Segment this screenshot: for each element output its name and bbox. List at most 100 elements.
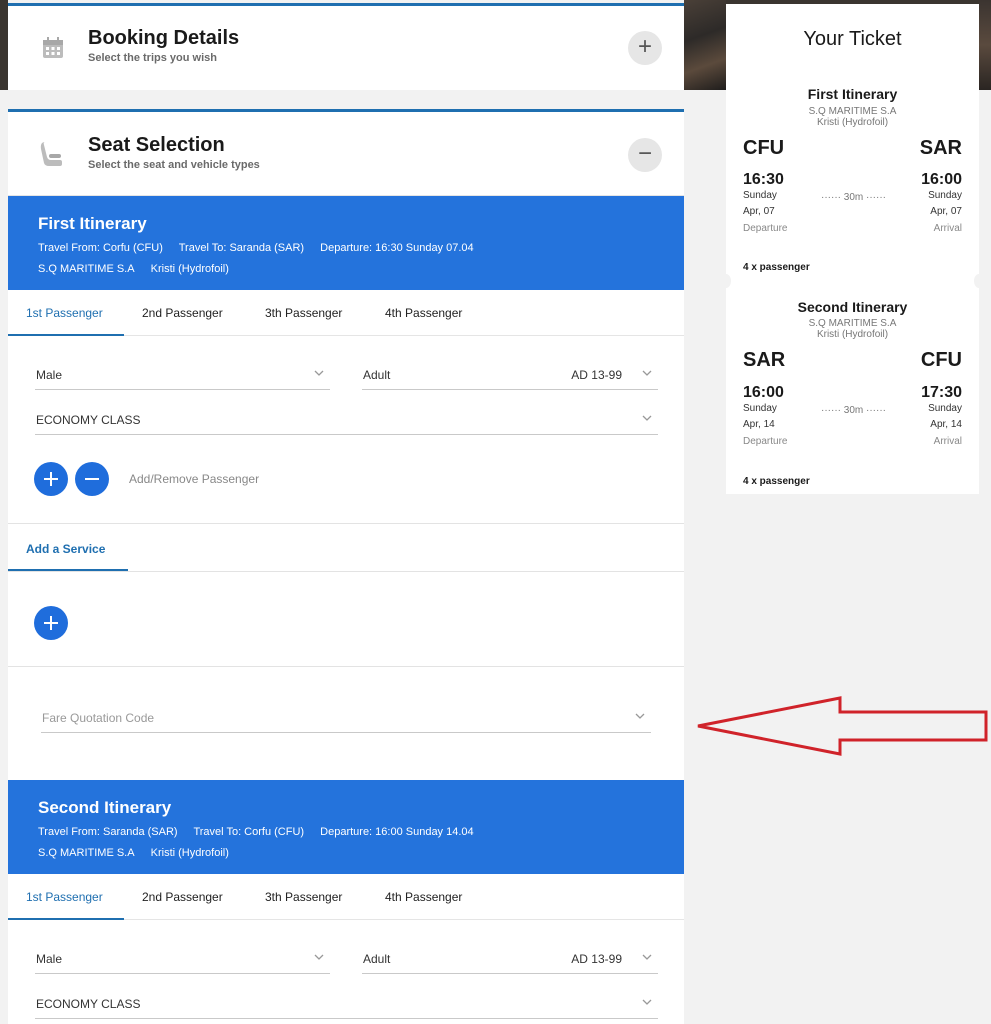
ticket-summary: Your Ticket First Itinerary S.Q MARITIME… <box>721 4 984 494</box>
fare-quotation-placeholder: Fare Quotation Code <box>42 711 155 725</box>
age-type-select[interactable]: Adult AD 13-99 <box>362 360 658 390</box>
ticket-notch <box>721 274 731 288</box>
arrival-day: Sunday <box>928 403 962 414</box>
tab-3th-passenger[interactable]: 3th Passenger <box>265 306 342 320</box>
ticket-vessel: Kristi (Hydrofoil) <box>816 117 889 128</box>
arrival-day: Sunday <box>928 190 962 201</box>
arrival-port-code: SAR <box>919 137 962 159</box>
seat-selection-subtitle: Select the seat and vehicle types <box>88 159 260 171</box>
ticket-operator: S.Q MARITIME S.A <box>808 318 897 329</box>
tab-1st-passenger[interactable]: 1st Passenger <box>26 306 103 320</box>
chevron-down-icon <box>642 370 652 376</box>
gender-select[interactable]: Male <box>35 360 330 390</box>
gender-select[interactable]: Male <box>35 944 330 974</box>
age-type-select[interactable]: Adult AD 13-99 <box>362 944 658 974</box>
itinerary-title: First Itinerary <box>38 214 147 233</box>
departure-time: 16:00 <box>743 384 784 401</box>
dotted-line-icon: ······ <box>821 192 841 203</box>
add-service-button[interactable] <box>34 606 68 640</box>
tab-4th-passenger[interactable]: 4th Passenger <box>385 306 462 320</box>
dotted-line-icon: ······ <box>821 405 841 416</box>
remove-passenger-button[interactable] <box>75 462 109 496</box>
divider <box>8 523 684 524</box>
annotation-arrow-icon <box>697 696 988 756</box>
class-select[interactable]: ECONOMY CLASS <box>35 405 658 435</box>
passenger-tabs: 1st Passenger 2nd Passenger 3th Passenge… <box>8 290 684 336</box>
departure-port-code: SAR <box>743 349 786 371</box>
card-accent-bar <box>8 109 684 112</box>
add-passenger-button[interactable] <box>34 462 68 496</box>
dotted-line-icon: ······ <box>866 192 886 203</box>
minus-icon <box>85 478 99 480</box>
booking-details-subtitle: Select the trips you wish <box>88 52 217 64</box>
departure-label: Departure <box>743 436 788 447</box>
arrival-label: Arrival <box>933 223 962 234</box>
tab-2nd-passenger[interactable]: 2nd Passenger <box>142 890 223 904</box>
tab-3th-passenger[interactable]: 3th Passenger <box>265 890 342 904</box>
tab-4th-passenger[interactable]: 4th Passenger <box>385 890 462 904</box>
booking-details-title: Booking Details <box>88 27 240 49</box>
arrival-label: Arrival <box>933 436 962 447</box>
hero-image-middle <box>684 0 726 90</box>
class-value: ECONOMY CLASS <box>36 413 141 427</box>
expand-booking-button[interactable]: + <box>628 31 662 65</box>
chevron-down-icon <box>314 370 324 376</box>
ticket-leg-title: Second Itinerary <box>797 299 908 315</box>
age-type-value: Adult <box>363 952 391 966</box>
add-remove-passenger-label: Add/Remove Passenger <box>129 472 260 486</box>
divider <box>8 571 684 572</box>
tab-1st-passenger[interactable]: 1st Passenger <box>26 890 103 904</box>
class-value: ECONOMY CLASS <box>36 997 141 1011</box>
departure-day: Sunday <box>743 190 777 201</box>
chevron-down-icon <box>642 415 652 421</box>
fare-quotation-select[interactable]: Fare Quotation Code <box>41 703 651 733</box>
itinerary-operator: S.Q MARITIME S.A Kristi (Hydrofoil) <box>38 847 242 859</box>
trip-duration: ······ 30m ······ <box>816 405 891 416</box>
hero-image-left <box>0 0 8 90</box>
arrival-date: Apr, 07 <box>930 206 962 217</box>
age-type-value: Adult <box>363 368 391 382</box>
chevron-down-icon <box>314 954 324 960</box>
class-select[interactable]: ECONOMY CLASS <box>35 989 658 1019</box>
age-range-value: AD 13-99 <box>571 368 622 382</box>
passenger-count: 4 x passenger <box>743 262 810 273</box>
seat-selection-title: Seat Selection <box>88 134 225 156</box>
arrival-port-code: CFU <box>920 349 962 371</box>
hero-image-right <box>979 0 991 90</box>
calendar-icon <box>43 37 63 58</box>
plus-icon <box>44 616 58 630</box>
itinerary-route: Travel From: Corfu (CFU) Travel To: Sara… <box>38 242 487 254</box>
dotted-line-icon: ······ <box>866 405 886 416</box>
second-itinerary-header: Second Itinerary Travel From: Saranda (S… <box>8 780 684 874</box>
first-itinerary-header: First Itinerary Travel From: Corfu (CFU)… <box>8 196 684 290</box>
passenger-count: 4 x passenger <box>743 476 810 487</box>
passenger-tabs: 1st Passenger 2nd Passenger 3th Passenge… <box>8 874 684 920</box>
duration-value: 30m <box>843 192 864 203</box>
ticket-leg-title: First Itinerary <box>807 86 898 102</box>
ticket-notch <box>974 274 984 288</box>
departure-date: Apr, 14 <box>743 419 775 430</box>
departure-date: Apr, 07 <box>743 206 775 217</box>
vessel-name: Kristi (Hydrofoil) <box>150 263 229 275</box>
departure-day: Sunday <box>743 403 777 414</box>
tab-add-service[interactable]: Add a Service <box>26 542 105 556</box>
tab-2nd-passenger[interactable]: 2nd Passenger <box>142 306 223 320</box>
itinerary-operator: S.Q MARITIME S.A Kristi (Hydrofoil) <box>38 263 242 275</box>
chevron-down-icon <box>642 999 652 1005</box>
chevron-down-icon <box>635 713 645 719</box>
ticket-title: Your Ticket <box>803 28 902 50</box>
plus-icon <box>44 472 58 486</box>
operator-name: S.Q MARITIME S.A <box>38 847 135 859</box>
departure-info: Departure: 16:30 Sunday 07.04 <box>320 242 474 254</box>
travel-from: Travel From: Corfu (CFU) <box>38 242 163 254</box>
departure-info: Departure: 16:00 Sunday 14.04 <box>320 826 474 838</box>
travel-from: Travel From: Saranda (SAR) <box>38 826 178 838</box>
itinerary-title: Second Itinerary <box>38 798 172 817</box>
gender-value: Male <box>36 368 63 382</box>
collapse-seat-button[interactable]: − <box>628 138 662 172</box>
trip-duration: ······ 30m ······ <box>816 192 891 203</box>
arrival-time: 17:30 <box>921 384 962 401</box>
ticket-vessel: Kristi (Hydrofoil) <box>816 329 889 340</box>
departure-label: Departure <box>743 223 788 234</box>
duration-value: 30m <box>843 405 864 416</box>
